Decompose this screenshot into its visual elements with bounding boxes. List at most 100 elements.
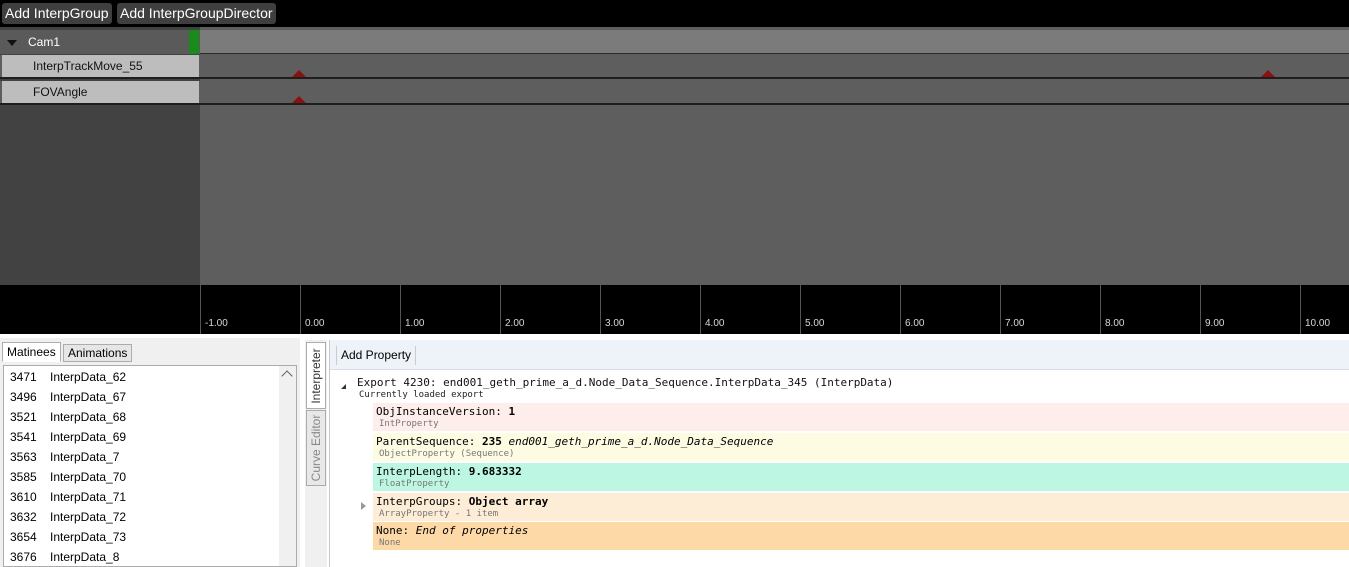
timeline-panel: Cam1 InterpTrackMove_55 FOVAngle (0, 27, 1349, 285)
interpreter-toolbar: Add Property (330, 340, 1349, 370)
list-item-name: InterpData_72 (50, 510, 127, 524)
list-item[interactable]: 3521 InterpData_68 (10, 407, 126, 427)
group-name-cell[interactable]: Cam1 (0, 30, 200, 54)
timeline-toolbar: Add InterpGroup Add InterpGroupDirector (0, 0, 1349, 27)
ruler-tick-label: 7.00 (1005, 318, 1025, 329)
ruler-tick (1200, 285, 1201, 334)
ruler-tick (200, 285, 201, 334)
time-ruler[interactable]: -1.00 0.00 1.00 2.00 3.00 4.00 5.00 6.00 7.00 8.0… (0, 285, 1349, 334)
property-value: 1 (508, 405, 516, 418)
property-row[interactable]: InterpLength: 9.683332 FloatProperty (373, 463, 1349, 491)
ruler-tick-label: -1.00 (205, 318, 228, 329)
add-interpgroupdirector-button[interactable]: Add InterpGroupDirector (117, 3, 276, 24)
property-type: ObjectProperty (Sequence) (379, 449, 515, 459)
list-item[interactable]: 3610 InterpData_71 (10, 487, 126, 507)
list-item[interactable]: 3585 InterpData_70 (10, 467, 126, 487)
group-name-label: Cam1 (28, 35, 61, 49)
property-row[interactable]: InterpGroups: Object array ArrayProperty … (361, 493, 1349, 521)
ruler-tick (900, 285, 901, 334)
property-type: IntProperty (379, 419, 439, 429)
list-item-index: 3496 (10, 390, 37, 404)
property-name-line: InterpGroups: Object array (376, 495, 548, 508)
track-name-label[interactable]: FOVAngle (2, 81, 199, 103)
list-item[interactable]: 3471 InterpData_62 (10, 367, 126, 387)
property-name-line: ObjInstanceVersion: 1 (376, 405, 515, 418)
track-row[interactable]: FOVAngle (0, 81, 1349, 105)
ruler-tick (1000, 285, 1001, 334)
expanded-triangle-icon[interactable] (341, 384, 346, 389)
export-subtitle: Currently loaded export (359, 390, 484, 400)
list-item-index: 3563 (10, 450, 37, 464)
property-type: FloatProperty (379, 479, 450, 489)
ruler-tick (500, 285, 501, 334)
add-property-button[interactable]: Add Property (336, 346, 417, 365)
tab-matinees[interactable]: Matinees (2, 342, 61, 362)
ruler-tick-label: 8.00 (1105, 318, 1125, 329)
list-item-index: 3585 (10, 470, 37, 484)
tab-animations[interactable]: Animations (63, 344, 133, 362)
property-value: 9.683332 (468, 465, 522, 478)
tab-interpreter-label: Interpreter (309, 347, 323, 404)
tab-interpreter[interactable]: Interpreter (306, 342, 326, 409)
export-title[interactable]: Export 4230: end001_geth_prime_a_d.Node_… (357, 376, 893, 389)
property-type: ArrayProperty - 1 item (379, 509, 499, 519)
property-name-line: None: End of properties (376, 524, 528, 537)
list-item-index: 3654 (10, 530, 37, 544)
list-item[interactable]: 3563 InterpData_7 (10, 447, 119, 467)
editor-side-tabs: Interpreter Curve Editor (305, 340, 327, 567)
list-item-name: InterpData_68 (50, 410, 127, 424)
list-item-name: InterpData_70 (50, 470, 127, 484)
list-item[interactable]: 3541 InterpData_69 (10, 427, 126, 447)
ruler-tick-label: 10.00 (1305, 318, 1331, 329)
property-label: ParentSequence: (376, 435, 476, 448)
property-label: InterpGroups: (376, 495, 463, 508)
tab-curve-editor[interactable]: Curve Editor (306, 410, 326, 486)
collapsed-triangle-icon[interactable] (361, 502, 366, 510)
list-item[interactable]: 3632 InterpData_72 (10, 507, 126, 527)
ruler-tick (400, 285, 401, 334)
list-item-name: InterpData_69 (50, 430, 127, 444)
property-label: ObjInstanceVersion: (376, 405, 502, 418)
ruler-tick (600, 285, 601, 334)
ruler-tick (700, 285, 701, 334)
group-row[interactable]: Cam1 (0, 30, 1349, 54)
keyframe-marker[interactable] (292, 70, 306, 77)
ruler-tick-label: 0.00 (305, 318, 325, 329)
ruler-tick (300, 285, 301, 334)
property-value: Object array (468, 495, 549, 508)
tab-curve-editor-label: Curve Editor (309, 414, 323, 482)
collapse-caret-icon[interactable] (7, 40, 17, 46)
list-item[interactable]: 3654 InterpData_73 (10, 527, 126, 547)
property-row[interactable]: ParentSequence: 235 end001_geth_prime_a_… (373, 433, 1349, 461)
scroll-up-icon[interactable] (281, 370, 293, 382)
property-row[interactable]: ObjInstanceVersion: 1 IntProperty (373, 403, 1349, 431)
track-name-label[interactable]: InterpTrackMove_55 (2, 55, 199, 77)
keyframe-marker[interactable] (292, 96, 306, 103)
list-item[interactable]: 3496 InterpData_67 (10, 387, 126, 407)
property-name-line: ParentSequence: 235 end001_geth_prime_a_… (376, 435, 773, 448)
list-item-name: InterpData_67 (50, 390, 127, 404)
track-row[interactable]: InterpTrackMove_55 (0, 55, 1349, 79)
ruler-tick-label: 6.00 (905, 318, 925, 329)
list-item-name: InterpData_71 (50, 490, 127, 504)
list-item-name: InterpData_8 (50, 550, 120, 564)
ruler-tick-label: 3.00 (605, 318, 625, 329)
property-value: 235 (481, 435, 502, 448)
ruler-tick-label: 2.00 (505, 318, 525, 329)
ruler-tick (800, 285, 801, 334)
property-row[interactable]: None: End of properties None (373, 522, 1349, 550)
ruler-tick-label: 5.00 (805, 318, 825, 329)
add-interpgroup-button[interactable]: Add InterpGroup (2, 3, 112, 24)
keyframe-marker[interactable] (1261, 70, 1275, 77)
list-item-index: 3471 (10, 370, 37, 384)
list-item-name: InterpData_62 (50, 370, 127, 384)
property-label: None: (376, 524, 410, 537)
list-scrollbar[interactable] (279, 366, 296, 566)
list-item-name: InterpData_7 (50, 450, 120, 464)
ruler-tick (1300, 285, 1301, 334)
list-item[interactable]: 3676 InterpData_8 (10, 547, 120, 566)
list-item-index: 3521 (10, 410, 37, 424)
matinee-list[interactable]: 3471 InterpData_62 3496 InterpData_67 3521 In… (3, 365, 297, 567)
property-label: InterpLength: (376, 465, 463, 478)
list-item-index: 3610 (10, 490, 37, 504)
